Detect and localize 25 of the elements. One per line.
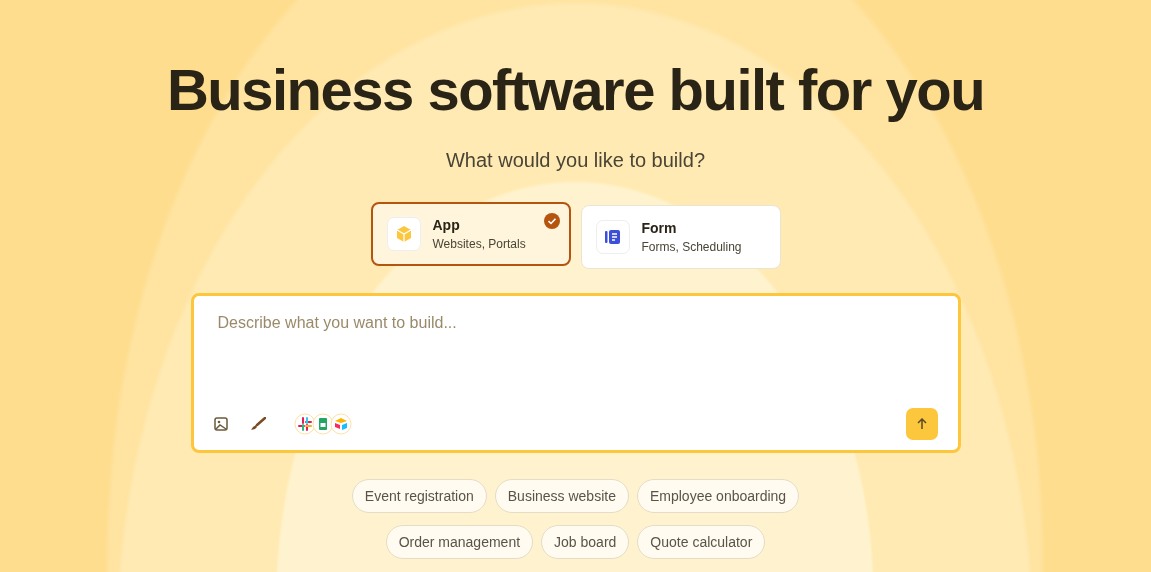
check-icon	[543, 213, 560, 229]
image-icon[interactable]	[213, 417, 228, 431]
option-description: Forms, Scheduling	[641, 240, 742, 254]
suggestion-chip[interactable]: Order management	[385, 525, 534, 559]
option-title: App	[432, 217, 461, 233]
form-icon	[603, 228, 622, 246]
suggestion-chip[interactable]: Event registration	[351, 479, 487, 513]
suggestion-chip[interactable]: Employee onboarding	[636, 479, 800, 513]
brush-icon[interactable]	[249, 417, 266, 431]
headline: Business software built for you	[166, 56, 985, 123]
arrow-up-icon	[915, 418, 928, 430]
option-card[interactable]: App Websites, Portals	[370, 202, 571, 266]
cube-icon	[394, 225, 413, 243]
send-button[interactable]	[905, 408, 938, 440]
prompt-box[interactable]: Describe what you want to build...	[190, 293, 961, 453]
suggestion-chip[interactable]: Business website	[494, 479, 629, 513]
subtitle: What would you like to build?	[445, 149, 705, 172]
grid-logo-icon[interactable]	[293, 413, 316, 435]
box-logo-icon[interactable]	[329, 413, 352, 435]
option-description: Websites, Portals	[432, 237, 526, 251]
suggestion-chip[interactable]: Job board	[541, 525, 630, 559]
suggestion-chip[interactable]: Quote calculator	[637, 525, 766, 559]
option-title: Form	[641, 220, 678, 236]
spreadsheet-icon[interactable]	[311, 413, 334, 435]
option-card[interactable]: Form Forms, Scheduling	[580, 205, 781, 269]
